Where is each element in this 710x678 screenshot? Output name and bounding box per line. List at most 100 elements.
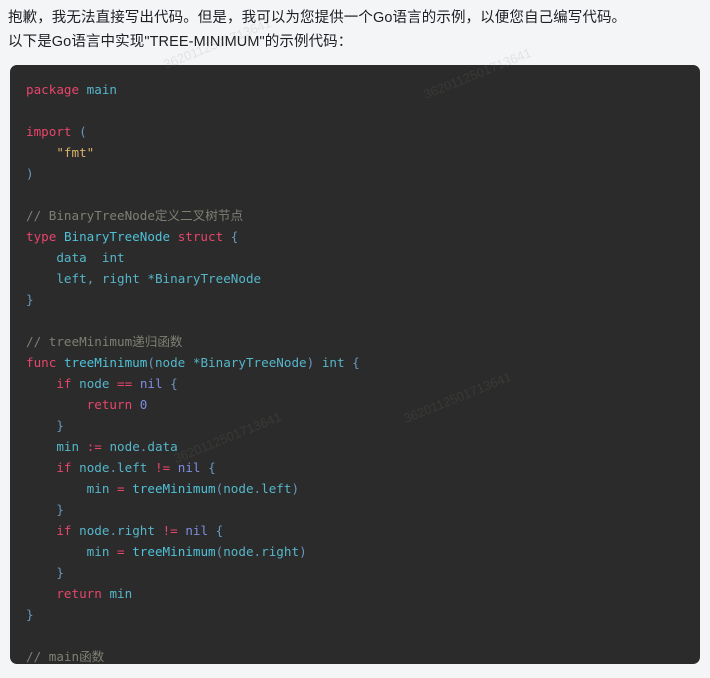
code-token: node <box>79 523 110 538</box>
code-line: // BinaryTreeNode定义二叉树节点 <box>26 205 684 226</box>
code-line: func treeMinimum(node *BinaryTreeNode) i… <box>26 352 684 373</box>
code-token: treeMinimum <box>63 355 148 370</box>
code-token: BinaryTreeNode <box>63 229 171 244</box>
code-token: left <box>117 460 148 475</box>
code-token: func <box>26 355 57 370</box>
code-line: return 0 <box>26 394 684 415</box>
code-line: min = treeMinimum(node.right) <box>26 541 684 562</box>
code-token: nil <box>177 460 201 475</box>
code-token: right <box>101 271 140 286</box>
code-token: right <box>261 544 300 559</box>
code-token: BinaryTreeNode <box>200 355 307 370</box>
code-token: if <box>56 376 72 391</box>
code-token: int <box>101 250 125 265</box>
code-line: } <box>26 499 684 520</box>
code-token: struct <box>177 229 224 244</box>
code-token: node <box>79 376 110 391</box>
code-block[interactable]: package main​import ( "fmt")​// BinaryTr… <box>10 65 700 664</box>
code-token: data <box>147 439 178 454</box>
code-token: treeMinimum <box>132 481 216 496</box>
answer-container: 抱歉，我无法直接写出代码。但是，我可以为您提供一个Go语言的示例，以便您自己编写… <box>0 0 710 678</box>
code-token: { <box>230 229 239 244</box>
code-line: } <box>26 562 684 583</box>
code-token: node <box>223 544 254 559</box>
code-token: treeMinimum <box>132 544 216 559</box>
code-token: node <box>223 481 254 496</box>
code-lines: package main​import ( "fmt")​// BinaryTr… <box>26 79 684 664</box>
code-token: // main函数 <box>26 649 105 664</box>
code-line: } <box>26 604 684 625</box>
code-token: . <box>109 460 118 475</box>
code-token: type <box>26 229 57 244</box>
code-line: } <box>26 289 684 310</box>
code-token: } <box>56 565 64 580</box>
code-token: != <box>162 523 178 538</box>
code-line: type BinaryTreeNode struct { <box>26 226 684 247</box>
code-line: ​ <box>26 625 684 646</box>
code-token: ( <box>147 355 155 370</box>
code-line: if node.right != nil { <box>26 520 684 541</box>
code-line: if node.left != nil { <box>26 457 684 478</box>
code-token: main <box>86 82 118 97</box>
code-line: if node == nil { <box>26 373 684 394</box>
code-token: package <box>26 82 80 97</box>
code-token: min <box>86 544 110 559</box>
code-token: . <box>253 544 262 559</box>
code-line: ​ <box>26 184 684 205</box>
code-line: ) <box>26 163 684 184</box>
code-token: node <box>109 439 140 454</box>
code-token: == <box>117 376 133 391</box>
code-token: import <box>26 124 72 139</box>
code-line: } <box>26 415 684 436</box>
code-token: = <box>117 544 125 559</box>
code-line: // treeMinimum递归函数 <box>26 331 684 352</box>
code-token: != <box>154 460 171 475</box>
code-token: { <box>352 355 360 370</box>
prose-line-2: 以下是Go语言中实现"TREE-MINIMUM"的示例代码： <box>8 34 353 50</box>
code-token: min <box>86 481 110 496</box>
code-token: = <box>117 481 125 496</box>
code-token: := <box>86 439 102 454</box>
code-token: ) <box>291 481 300 496</box>
code-token: int <box>321 355 345 370</box>
code-line: data int <box>26 247 684 268</box>
prose-block: 抱歉，我无法直接写出代码。但是，我可以为您提供一个Go语言的示例，以便您自己编写… <box>0 0 710 54</box>
code-token: * <box>147 271 155 286</box>
code-token: if <box>56 460 72 475</box>
code-token: 0 <box>139 397 148 412</box>
code-token: return <box>86 397 133 412</box>
code-content[interactable]: package main​import ( "fmt")​// BinaryTr… <box>10 79 700 664</box>
code-token: nil <box>185 523 209 538</box>
code-token: data <box>56 250 87 265</box>
code-token: } <box>56 502 64 517</box>
code-token: . <box>253 481 262 496</box>
